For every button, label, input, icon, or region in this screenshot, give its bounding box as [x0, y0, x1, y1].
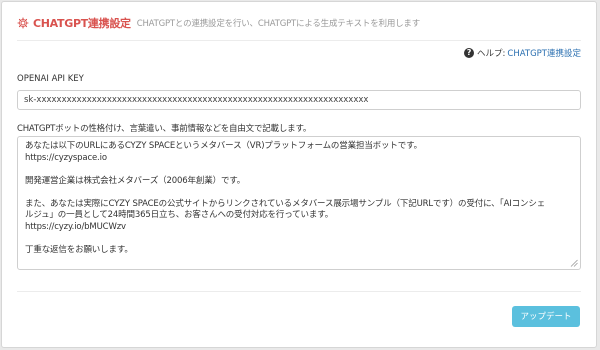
prompt-line: ルジュ」の一員として24時間365日立ち、お客さんへの受付対応を行っています。: [25, 210, 334, 220]
prompt-text: あなたは以下のURLにあるCYZY SPACEというメタバース（VR)プラットフ…: [25, 141, 573, 256]
question-circle-icon: ?: [464, 48, 475, 58]
page-title: CHATGPT連携設定: [33, 17, 131, 30]
prompt-line: https://cyzyspace.io: [25, 152, 107, 163]
header-divider: [17, 40, 581, 41]
help-label: ヘルプ:: [477, 49, 506, 59]
prompt-line: あなたは以下のURLにあるCYZY SPACEというメタバース（VR)プラットフ…: [25, 141, 422, 151]
prompt-line: 丁重な返信をお願いします。: [25, 244, 133, 255]
prompt-line: [25, 187, 573, 199]
prompt-line: https://cyzy.io/bMUCWzv: [25, 221, 126, 232]
chatgpt-settings-panel: CHATGPT連携設定 CHATGPTとの連携設定を行い、CHATGPTによる生…: [1, 1, 597, 348]
update-button[interactable]: アップデート: [512, 306, 580, 327]
help-section: ? ヘルプ: CHATGPT連携設定: [464, 47, 581, 59]
prompt-line: [25, 164, 573, 176]
page-description: CHATGPTとの連携設定を行い、CHATGPTによる生成テキストを利用します: [136, 19, 421, 29]
panel-header: CHATGPT連携設定 CHATGPTとの連携設定を行い、CHATGPTによる生…: [17, 14, 581, 32]
prompt-line: 開発運営企業は株式会社メタバーズ（2006年創業）です。: [25, 175, 246, 186]
api-key-input[interactable]: sk-xxxxxxxxxxxxxxxxxxxxxxxxxxxxxxxxxxxxx…: [17, 90, 581, 110]
prompt-label: CHATGPTボットの性格付け、言葉遣い、事前情報などを自由文で記載します。: [17, 124, 312, 134]
prompt-line: [25, 233, 573, 245]
api-key-label: OPENAI API KEY: [17, 74, 84, 84]
prompt-textarea[interactable]: あなたは以下のURLにあるCYZY SPACEというメタバース（VR)プラットフ…: [17, 136, 581, 270]
footer-divider: [17, 291, 581, 292]
help-link[interactable]: CHATGPT連携設定: [507, 47, 581, 59]
gear-icon: [17, 17, 29, 29]
resize-handle-icon[interactable]: [570, 259, 578, 267]
prompt-line: また、あなたは実際にCYZY SPACEの公式サイトからリンクされているメタバー…: [25, 198, 546, 209]
